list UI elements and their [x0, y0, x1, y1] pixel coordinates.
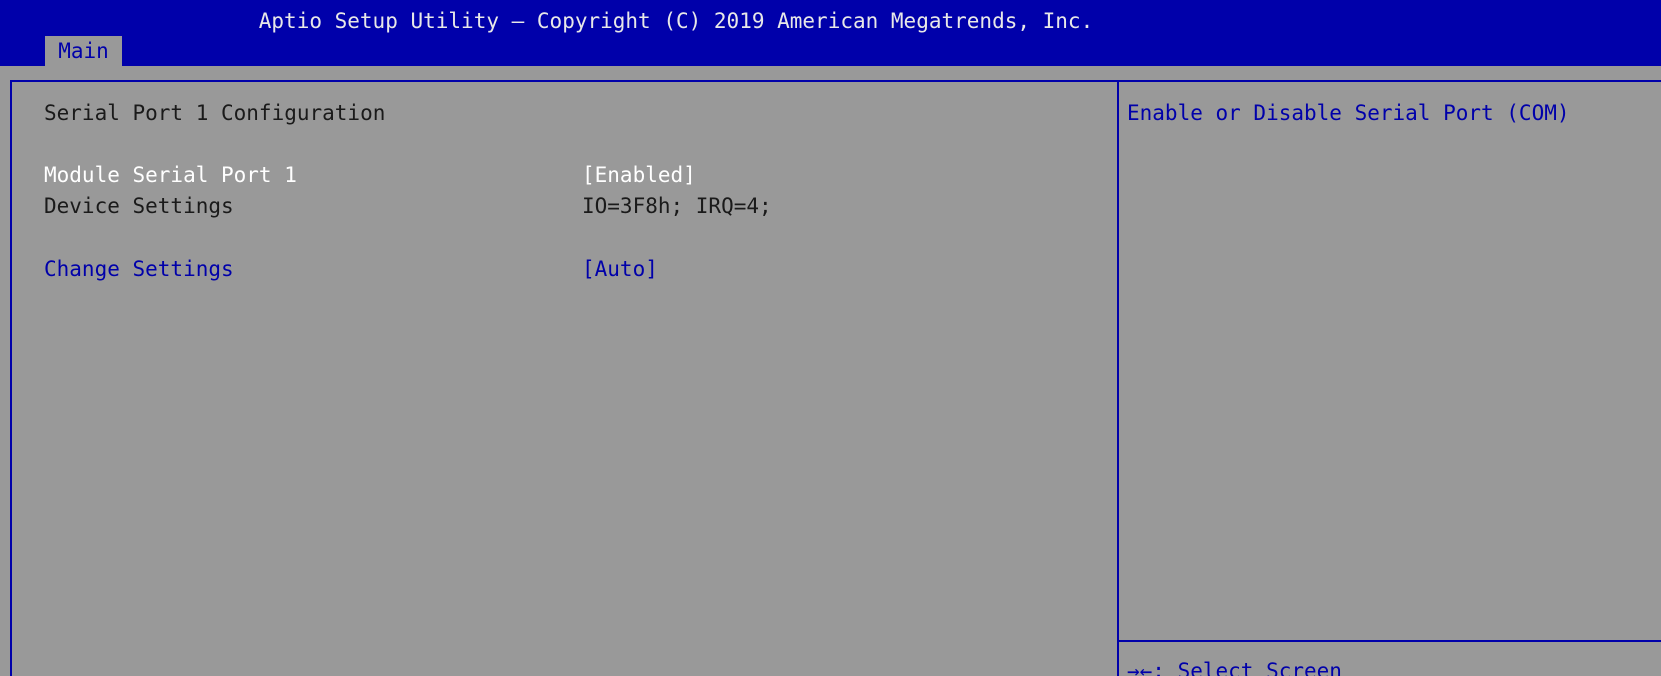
key-hint-separator: :: [1152, 659, 1178, 676]
help-divider: [1119, 640, 1661, 642]
section-title: Serial Port 1 Configuration: [44, 101, 386, 125]
key-hint-select-screen: →←: Select Screen: [1127, 656, 1342, 676]
key-hint-action: Select Screen: [1177, 659, 1342, 676]
tab-main[interactable]: Main: [45, 36, 122, 66]
change-settings-label[interactable]: Change Settings: [44, 254, 234, 284]
module-serial-port-value: [Enabled]: [582, 163, 696, 187]
device-settings-label: Device Settings: [44, 194, 234, 218]
bios-screen: Aptio Setup Utility – Copyright (C) 2019…: [0, 0, 1661, 676]
module-serial-port-label: Module Serial Port 1: [44, 163, 297, 187]
help-description: Enable or Disable Serial Port (COM): [1127, 101, 1570, 125]
help-panel: [1119, 80, 1661, 676]
window-title: Aptio Setup Utility – Copyright (C) 2019…: [258, 9, 1094, 33]
device-settings-value: IO=3F8h; IRQ=4;: [582, 194, 772, 218]
change-settings-value[interactable]: [Auto]: [582, 254, 658, 284]
title-bar: Aptio Setup Utility – Copyright (C) 2019…: [0, 0, 1661, 66]
arrow-keys-icon: →←: [1127, 659, 1153, 676]
